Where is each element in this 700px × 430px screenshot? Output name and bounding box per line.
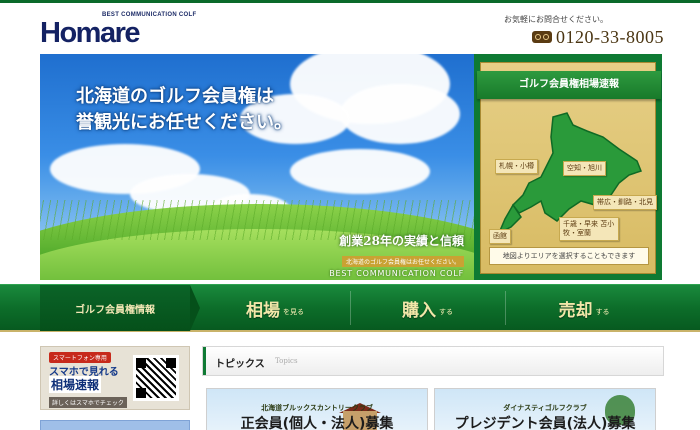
nav-buy[interactable]: 購入 する (350, 285, 505, 331)
area-obihiro[interactable]: 帯広・釧路・北見 (593, 195, 657, 210)
smartphone-line2: 相場速報 (49, 376, 102, 393)
contact-note: お気軽にお問合せください。 (504, 15, 608, 24)
main-nav: ゴルフ会員権情報 相場 を見る 購入 する 売却 する (0, 284, 700, 332)
hero-subtitle: 創業28年の実績と信頼 北海道のゴルフ会員権はお任せください。 BEST COM… (329, 234, 464, 278)
freedial-icon (532, 31, 552, 43)
nav-market[interactable]: 相場 を見る (200, 285, 350, 331)
hero-title: 北海道のゴルフ会員権は 誉観光にお任せください。 (76, 86, 292, 133)
area-sapporo[interactable]: 札幌・小樽 (495, 159, 538, 174)
nav-golf-info[interactable]: ゴルフ会員権情報 (40, 285, 190, 331)
hero-banner: 北海道のゴルフ会員権は 誉観光にお任せください。 創業28年の実績と信頼 北海道… (40, 54, 662, 280)
hero-sky-image: 北海道のゴルフ会員権は 誉観光にお任せください。 創業28年の実績と信頼 北海道… (40, 54, 474, 280)
logo-wordmark: Homare (40, 17, 141, 49)
smartphone-tag: スマートフォン専用 (49, 352, 111, 363)
qr-code-icon (133, 355, 179, 401)
area-sorachi[interactable]: 空知・旭川 (563, 161, 606, 176)
site-logo[interactable]: BEST COMMUNICATION COLF Homare (40, 12, 196, 49)
topic-card[interactable]: ダイナスティゴルフクラブ プレジデント会員(法人)募集 (434, 388, 656, 430)
area-hakodate[interactable]: 函館 (489, 229, 511, 244)
nav-sell[interactable]: 売却 する (505, 285, 663, 331)
secondary-side-banner[interactable] (40, 420, 190, 430)
area-chitose[interactable]: 千歳・早来 苫小牧・室蘭 (559, 217, 619, 241)
topics-accent-bar (203, 347, 206, 375)
top-accent-line (0, 0, 700, 3)
map-frame: ゴルフ会員権相場速報 札幌・小樽 空知・旭川 帯広・釧路・北見 千歳・早来 苫小… (477, 62, 661, 274)
card-club-name: ダイナスティゴルフクラブ (503, 404, 587, 412)
card-headline: 正会員(個人・法人)募集 (240, 416, 394, 430)
nav-arrow (190, 285, 200, 331)
smartphone-banner[interactable]: スマートフォン専用 スマホで見れる 相場速報 詳しくはスマホでチェック (40, 346, 190, 410)
phone-row[interactable]: 0120-33-8005 (504, 27, 664, 47)
contact-block: お気軽にお問合せください。 0120-33-8005 (504, 14, 664, 47)
topics-title: トピックス (215, 359, 265, 370)
map-ribbon-title: ゴルフ会員権相場速報 (477, 71, 661, 99)
card-club-name: 北海道ブルックスカントリークラブ (261, 404, 373, 412)
phone-number[interactable]: 0120-33-8005 (556, 27, 664, 47)
topic-card[interactable]: 北海道ブルックスカントリークラブ 正会員(個人・法人)募集 (206, 388, 428, 430)
smartphone-line3: 詳しくはスマホでチェック (49, 397, 127, 408)
topics-title-en: Topics (275, 357, 298, 365)
market-map-panel: ゴルフ会員権相場速報 札幌・小樽 空知・旭川 帯広・釧路・北見 千歳・早来 苫小… (474, 54, 662, 280)
map-note: 地図よりエリアを選択することもできます (489, 247, 649, 265)
topics-header: トピックス Topics (202, 346, 664, 376)
card-headline: プレジデント会員(法人)募集 (454, 416, 636, 430)
